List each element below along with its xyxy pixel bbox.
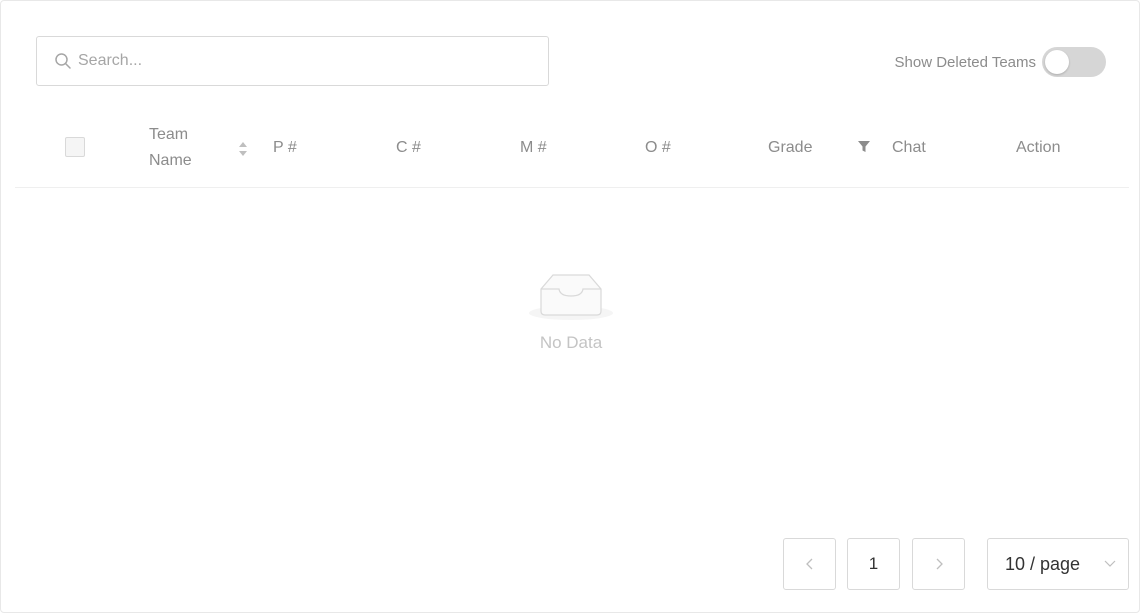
search-box[interactable] [36, 36, 549, 86]
empty-inbox-icon [529, 274, 613, 320]
chevron-left-icon [805, 558, 812, 570]
column-team-name[interactable]: Team Name [149, 109, 219, 187]
show-deleted-label: Show Deleted Teams [894, 53, 1036, 71]
page-size-select[interactable]: 10 / page [987, 538, 1129, 590]
column-m: M # [520, 139, 547, 156]
chevron-down-icon [1104, 560, 1116, 567]
column-p: P # [273, 139, 297, 156]
page-size-label: 10 / page [1005, 553, 1081, 574]
column-chat: Chat [892, 139, 926, 156]
next-page-button[interactable] [912, 538, 965, 590]
column-o: O # [645, 139, 671, 156]
page-1-button[interactable]: 1 [847, 538, 900, 590]
team-table-card: Show Deleted Teams Team Name P # C # M #… [0, 0, 1140, 613]
show-deleted-toggle[interactable] [1042, 47, 1106, 77]
filter-icon[interactable] [858, 140, 870, 154]
search-input[interactable] [78, 52, 548, 70]
select-all-checkbox[interactable] [65, 137, 85, 157]
table-header: Team Name P # C # M # O # Grade Chat Act… [15, 109, 1129, 188]
empty-state: No Data [471, 263, 671, 353]
empty-text: No Data [539, 333, 603, 352]
column-action: Action [1016, 139, 1061, 156]
prev-page-button[interactable] [783, 538, 836, 590]
sort-icon[interactable] [237, 140, 249, 158]
show-deleted-toggle-group: Show Deleted Teams [895, 47, 1106, 77]
column-c: C # [396, 139, 421, 156]
chevron-right-icon [936, 558, 943, 570]
toggle-knob [1045, 50, 1069, 74]
column-grade: Grade [768, 139, 813, 156]
search-icon [55, 53, 71, 69]
